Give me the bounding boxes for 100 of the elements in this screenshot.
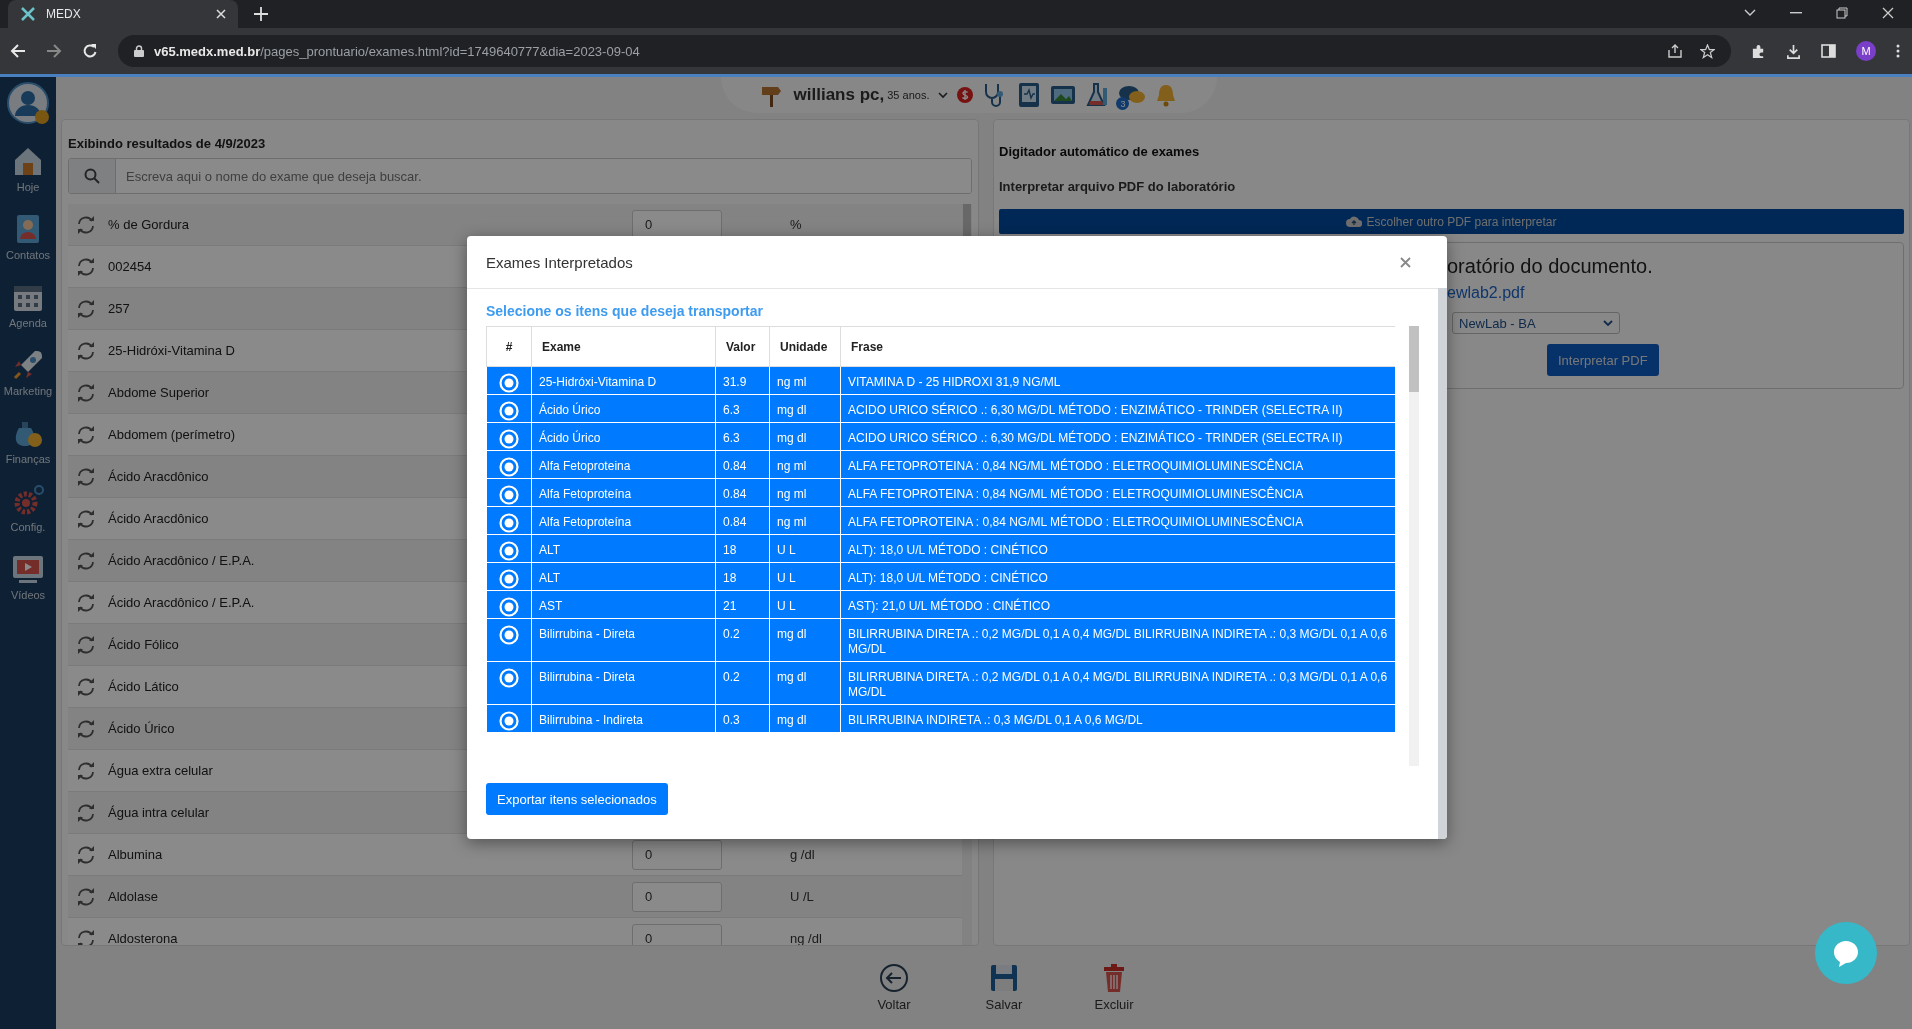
refresh-icon[interactable] — [76, 845, 96, 864]
refresh-icon[interactable] — [76, 677, 96, 696]
radio-button[interactable] — [499, 513, 519, 533]
profile-avatar[interactable]: M — [1856, 41, 1876, 61]
search-field[interactable]: Escreva aqui o nome do exame que deseja buscar. — [68, 158, 972, 194]
star-icon[interactable] — [1700, 43, 1715, 59]
back-icon[interactable] — [10, 43, 26, 59]
tablet-icon[interactable] — [1017, 82, 1042, 108]
table-cell: Alfa Fetoproteína — [531, 478, 716, 507]
lab-select[interactable]: NewLab - BA — [1452, 312, 1620, 334]
address-bar[interactable]: v65.medx.med.br/pages_prontuario/exames.html?id=1749640777&dia=2023-09-04 — [118, 35, 1731, 67]
radio-button[interactable] — [499, 373, 519, 393]
exam-name: 257 — [108, 301, 130, 316]
radio-button[interactable] — [499, 541, 519, 561]
table-cell: ALFA FETOPROTEINA : 0,84 NG/ML MÉTODO : ELETROQUIMIOLUMINESCÊNCIA — [840, 506, 1396, 535]
table-cell: U L — [769, 562, 841, 591]
radio-button[interactable] — [499, 597, 519, 617]
unit-label: % — [790, 217, 802, 232]
refresh-icon[interactable] — [76, 467, 96, 486]
table-cell: ALFA FETOPROTEINA : 0,84 NG/ML MÉTODO : ELETROQUIMIOLUMINESCÊNCIA — [840, 478, 1396, 507]
reload-icon[interactable] — [82, 43, 98, 59]
panel-title: Exibindo resultados de 4/9/2023 — [68, 136, 267, 151]
radio-button[interactable] — [499, 429, 519, 449]
puzzle-icon[interactable] — [1751, 43, 1766, 59]
value-input[interactable]: 0 — [632, 839, 722, 870]
refresh-icon[interactable] — [76, 551, 96, 570]
sidebar-item[interactable]: Hoje — [0, 131, 56, 193]
radio-button[interactable] — [499, 711, 519, 731]
refresh-icon[interactable] — [76, 803, 96, 822]
refresh-icon[interactable] — [76, 341, 96, 360]
patient-name[interactable]: willians pc, — [793, 85, 885, 105]
scrollbar[interactable] — [1438, 288, 1447, 839]
value-input[interactable]: 0 — [632, 923, 722, 945]
refresh-icon[interactable] — [76, 887, 96, 906]
refresh-icon[interactable] — [76, 383, 96, 402]
forward-icon[interactable] — [46, 43, 62, 59]
minimize-icon[interactable] — [1790, 12, 1802, 14]
refresh-icon[interactable] — [76, 929, 96, 945]
footer-button[interactable]: Voltar — [864, 962, 924, 1013]
chat-bubbles-icon[interactable] — [1118, 84, 1147, 106]
table-cell: ACIDO URICO SÉRICO .: 6,30 MG/DL MÉTODO : ENZIMÁTICO - TRINDER (SELECTRA II) — [840, 422, 1396, 451]
exam-name: Ácido Aracdônico / E.P.A. — [108, 595, 255, 610]
radio-button[interactable] — [499, 401, 519, 421]
caret-icon[interactable] — [1744, 9, 1756, 17]
footer-button[interactable]: Salvar — [974, 962, 1034, 1013]
table-cell: ALT — [531, 534, 716, 563]
file-link[interactable]: ewlab2.pdf — [1447, 284, 1525, 302]
close-icon[interactable] — [1882, 7, 1894, 19]
refresh-icon[interactable] — [76, 215, 96, 234]
table-cell: Bilirrubina - Indireta — [531, 704, 716, 733]
value-input[interactable]: 0 — [632, 881, 722, 912]
chevron-down-icon[interactable] — [938, 91, 949, 99]
tab-title: MEDX — [46, 7, 81, 21]
radio-button[interactable] — [499, 457, 519, 477]
sidebar-item[interactable]: Finanças — [0, 403, 56, 465]
radio-button[interactable] — [499, 485, 519, 505]
refresh-icon[interactable] — [76, 299, 96, 318]
choose-pdf-button[interactable]: Escolher outro PDF para interpretar — [999, 209, 1904, 234]
table-cell: AST — [531, 590, 716, 619]
menu-icon[interactable] — [1896, 44, 1900, 58]
scrollbar[interactable] — [1409, 326, 1419, 766]
export-button[interactable]: Exportar itens selecionados — [486, 783, 668, 815]
interpret-pdf-button[interactable]: Interpretar PDF — [1547, 344, 1659, 376]
download-icon[interactable] — [1786, 43, 1801, 59]
sidebar-item[interactable]: Vídeos — [0, 539, 56, 601]
sidebar-item[interactable]: Agenda — [0, 267, 56, 329]
modal-title: Exames Interpretados — [486, 253, 633, 271]
footer-button[interactable]: Excluir — [1084, 962, 1144, 1013]
refresh-icon[interactable] — [76, 761, 96, 780]
exam-name: % de Gordura — [108, 217, 189, 232]
side-panel-icon[interactable] — [1821, 44, 1836, 58]
radio-button[interactable] — [499, 569, 519, 589]
sidebar-item[interactable]: Contatos — [0, 199, 56, 261]
refresh-icon[interactable] — [76, 425, 96, 444]
share-icon[interactable] — [1668, 44, 1682, 58]
exam-name: Ácido Fólico — [108, 637, 179, 652]
user-avatar-icon[interactable] — [6, 81, 50, 125]
restore-icon[interactable] — [1836, 7, 1848, 19]
new-tab-icon[interactable] — [254, 7, 268, 21]
sidebar-item[interactable]: Config. — [0, 471, 56, 533]
photo-icon[interactable] — [1050, 84, 1077, 106]
refresh-icon[interactable] — [76, 719, 96, 738]
table-cell: Alfa Fetoproteína — [531, 506, 716, 535]
dollar-icon[interactable] — [957, 87, 974, 103]
flask-icon[interactable] — [1085, 82, 1110, 108]
refresh-icon[interactable] — [76, 593, 96, 612]
exam-name: 25-Hidróxi-Vitamina D — [108, 343, 235, 358]
refresh-icon[interactable] — [76, 635, 96, 654]
radio-button[interactable] — [499, 625, 519, 645]
refresh-icon[interactable] — [76, 257, 96, 276]
browser-tab[interactable]: MEDX — [8, 0, 238, 28]
refresh-icon[interactable] — [76, 509, 96, 528]
card-heading: oratório do documento. — [1447, 255, 1653, 278]
x-logo-icon — [20, 6, 36, 22]
bell-icon[interactable] — [1155, 83, 1178, 107]
search-icon[interactable] — [84, 168, 100, 184]
exam-name: 002454 — [108, 259, 152, 274]
sidebar-item[interactable]: Marketing — [0, 335, 56, 397]
table-cell: ALT): 18,0 U/L MÉTODO : CINÉTICO — [840, 534, 1396, 563]
radio-button[interactable] — [499, 668, 519, 688]
